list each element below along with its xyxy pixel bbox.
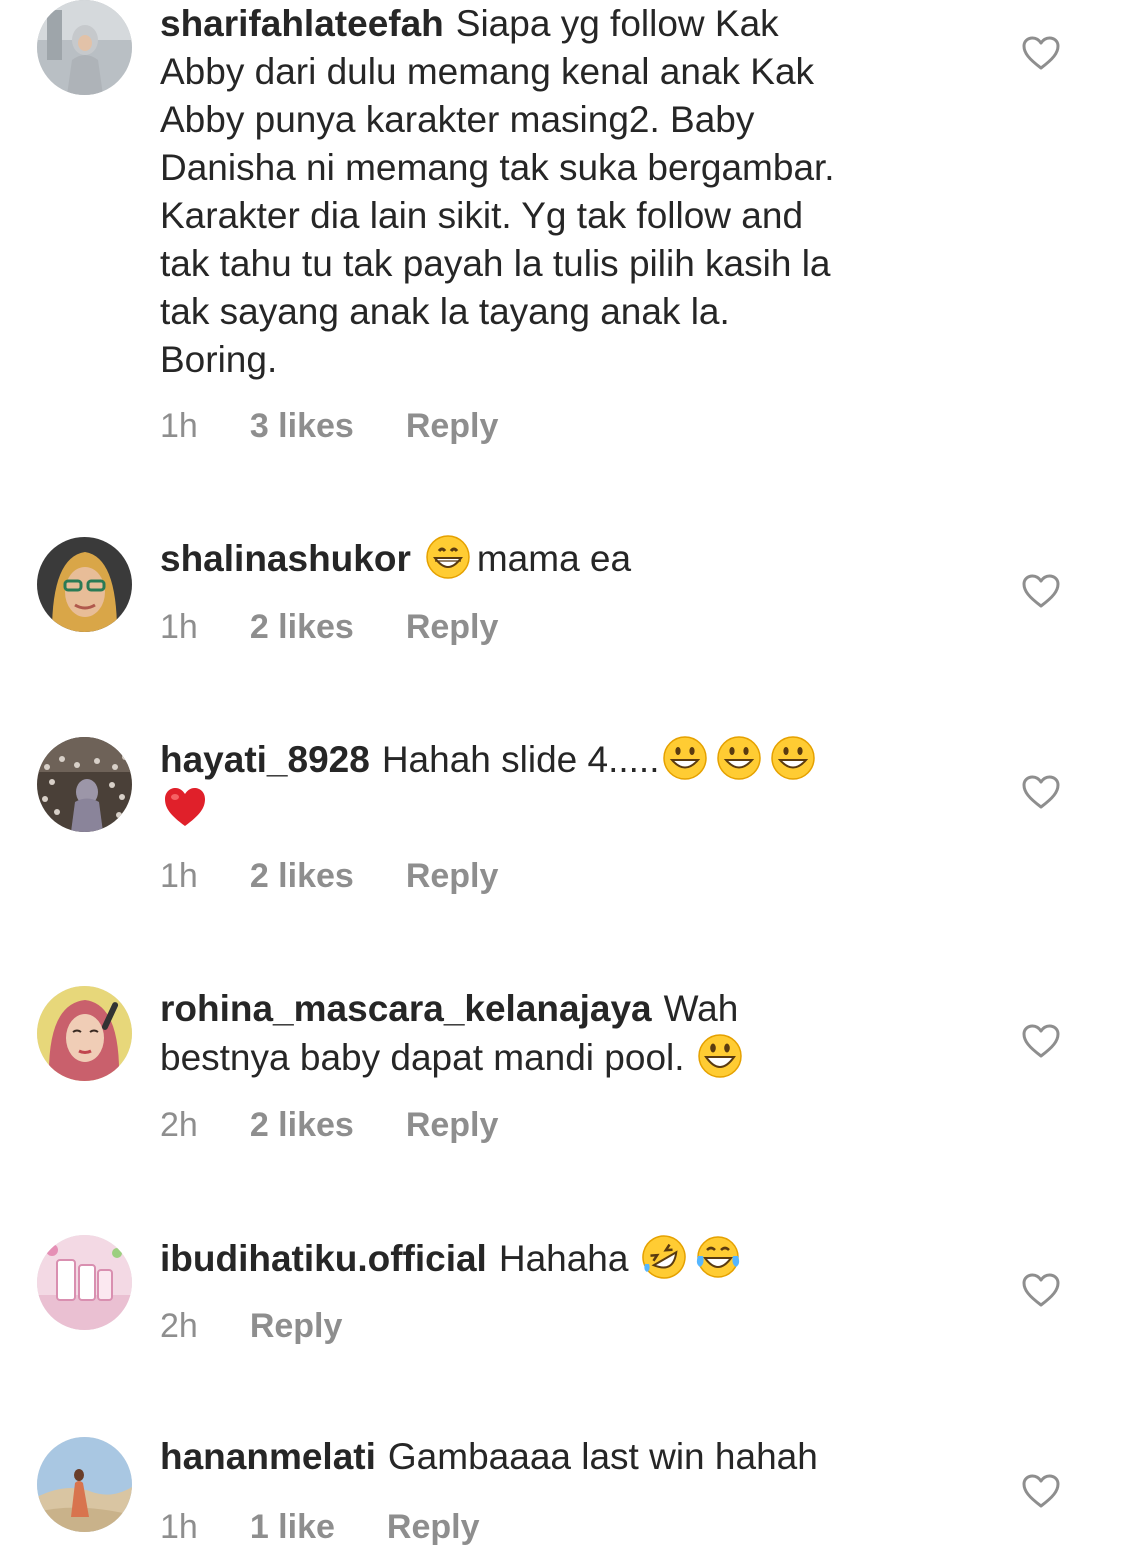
avatar[interactable] <box>37 737 132 832</box>
like-heart-icon[interactable] <box>1021 573 1061 609</box>
reply-button[interactable]: Reply <box>406 1105 499 1145</box>
avatar-hijab-glasses-icon <box>37 537 132 632</box>
avatar-hijab-street-icon <box>37 0 132 95</box>
red-heart-emoji-icon <box>162 784 208 830</box>
comment-body: Boring. <box>160 339 278 380</box>
comment-text: rohina_mascara_kelanajaya Wah bestnya bab… <box>160 985 960 1082</box>
comment-body: bestnya baby dapat mandi pool. <box>160 1037 685 1078</box>
comment-body: Siapa yg follow Kak <box>455 3 779 44</box>
comment-meta: 1h 2 likes Reply <box>160 856 498 896</box>
likes-count[interactable]: 2 likes <box>250 607 354 647</box>
comment-body: Danisha ni memang tak suka bergambar. <box>160 147 835 188</box>
tears-of-joy-emoji-icon <box>695 1234 741 1280</box>
like-heart-icon[interactable] <box>1021 1023 1061 1059</box>
rolling-laughing-emoji-icon <box>641 1234 687 1280</box>
smiley-emoji-icon <box>662 735 708 781</box>
username-link[interactable]: shalinashukor <box>160 538 411 579</box>
likes-count[interactable]: 2 likes <box>250 1105 354 1145</box>
comment-text: ibudihatiku.official Hahaha <box>160 1234 960 1283</box>
comment-body: Hahaha <box>498 1238 629 1279</box>
avatar[interactable] <box>37 537 132 632</box>
big-smile-emoji-icon <box>697 1033 743 1079</box>
avatar[interactable] <box>37 1235 132 1330</box>
likes-count[interactable]: 1 like <box>250 1507 335 1547</box>
reply-button[interactable]: Reply <box>406 856 499 896</box>
comment-meta: 2h 2 likes Reply <box>160 1105 498 1145</box>
comment-body: Karakter dia lain sikit. Yg tak follow a… <box>160 195 804 236</box>
reply-button[interactable]: Reply <box>406 607 499 647</box>
timestamp: 1h <box>160 407 198 445</box>
avatar-pink-hijab-icon <box>37 986 132 1081</box>
like-heart-icon[interactable] <box>1021 1272 1061 1308</box>
avatar[interactable] <box>37 1437 132 1532</box>
comment-body: Abby punya karakter masing2. Baby <box>160 99 755 140</box>
timestamp: 2h <box>160 1307 198 1345</box>
comment-text: hayati_8928 Hahah slide 4..... <box>160 735 960 833</box>
comment-meta: 1h 3 likes Reply <box>160 406 498 446</box>
like-heart-icon[interactable] <box>1021 35 1061 71</box>
username-link[interactable]: sharifahlateefah <box>160 3 444 44</box>
likes-count[interactable]: 3 likes <box>250 406 354 446</box>
comment-text: hananmelati Gambaaaa last win hahah <box>160 1433 960 1481</box>
comment-meta: 1h 1 like Reply <box>160 1507 480 1547</box>
avatar[interactable] <box>37 0 132 95</box>
comment-body: Gambaaaa last win hahah <box>387 1436 818 1477</box>
timestamp: 1h <box>160 608 198 646</box>
comment-meta: 1h 2 likes Reply <box>160 607 498 647</box>
smiley-emoji-icon <box>770 735 816 781</box>
timestamp: 1h <box>160 1508 198 1546</box>
likes-count[interactable]: 2 likes <box>250 856 354 896</box>
reply-button[interactable]: Reply <box>250 1306 343 1346</box>
grinning-face-emoji-icon <box>425 534 471 580</box>
comment-body: tak sayang anak la tayang anak la. <box>160 291 730 332</box>
avatar-field-flowers-icon <box>37 737 132 832</box>
timestamp: 1h <box>160 857 198 895</box>
reply-button[interactable]: Reply <box>406 406 499 446</box>
like-heart-icon[interactable] <box>1021 1473 1061 1509</box>
comment-body: Hahah slide 4..... <box>381 739 660 780</box>
username-link[interactable]: ibudihatiku.official <box>160 1238 487 1279</box>
username-link[interactable]: hananmelati <box>160 1436 376 1477</box>
avatar[interactable] <box>37 986 132 1081</box>
avatar-desert-icon <box>37 1437 132 1532</box>
comment-text: sharifahlateefah Siapa yg follow Kak Abby… <box>160 0 960 384</box>
like-heart-icon[interactable] <box>1021 774 1061 810</box>
timestamp: 2h <box>160 1106 198 1144</box>
comment-body: tak tahu tu tak payah la tulis pilih kas… <box>160 243 831 284</box>
comment-body: Wah <box>663 988 739 1029</box>
comment-body: mama ea <box>476 538 632 579</box>
reply-button[interactable]: Reply <box>387 1507 480 1547</box>
comment-body: Abby dari dulu memang kenal anak Kak <box>160 51 815 92</box>
comment-text: shalinashukor mama ea <box>160 534 960 583</box>
smiley-emoji-icon <box>716 735 762 781</box>
username-link[interactable]: hayati_8928 <box>160 739 370 780</box>
username-link[interactable]: rohina_mascara_kelanajaya <box>160 988 652 1029</box>
avatar-product-pink-icon <box>37 1235 132 1330</box>
comment-meta: 2h Reply <box>160 1306 342 1346</box>
